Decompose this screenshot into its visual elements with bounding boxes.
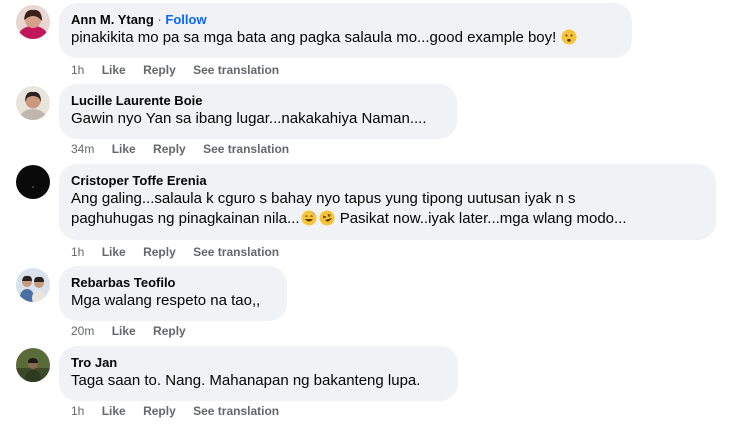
comment-bubble: Lucille Laurente Boie Gawin nyo Yan sa i…: [59, 84, 457, 139]
author-name[interactable]: Lucille Laurente Boie: [71, 92, 445, 109]
author-name[interactable]: Cristoper Toffe Erenia: [71, 172, 704, 189]
grinning-sweat-face-icon: [301, 210, 317, 226]
comment-text-line-1: Ang galing...salaula k cguro s bahay nyo…: [71, 190, 576, 207]
avatar[interactable]: [16, 268, 50, 302]
comment-text: Gawin nyo Yan sa ibang lugar...nakakahiy…: [71, 110, 427, 127]
like-button[interactable]: Like: [102, 404, 126, 418]
see-translation-link[interactable]: See translation: [193, 63, 279, 77]
rofl-face-icon: [319, 210, 335, 226]
avatar[interactable]: [16, 348, 50, 382]
reply-button[interactable]: Reply: [143, 63, 176, 77]
timestamp[interactable]: 1h: [71, 63, 84, 77]
comment-actions: 1h Like Reply See translation: [71, 244, 293, 260]
see-translation-link[interactable]: See translation: [193, 404, 279, 418]
like-button[interactable]: Like: [112, 142, 136, 156]
comment-bubble: Ann M. Ytang · Follow pinakikita mo pa s…: [59, 3, 632, 58]
timestamp[interactable]: 20m: [71, 324, 94, 338]
timestamp[interactable]: 34m: [71, 142, 94, 156]
like-button[interactable]: Like: [102, 245, 126, 259]
comment-text-line-2b: Pasikat now..iyak later...mga wlang modo…: [339, 210, 627, 227]
comment-actions: 1h Like Reply See translation: [71, 62, 293, 78]
comment-text: pinakikita mo pa sa mga bata ang pagka s…: [71, 29, 557, 46]
avatar[interactable]: [16, 165, 50, 199]
reply-button[interactable]: Reply: [153, 324, 186, 338]
comment-text: Mga walang respeto na tao,,: [71, 292, 261, 309]
author-name[interactable]: Ann M. Ytang: [71, 12, 154, 27]
see-translation-link[interactable]: See translation: [203, 142, 289, 156]
worried-face-icon: [561, 29, 577, 45]
timestamp[interactable]: 1h: [71, 245, 84, 259]
avatar[interactable]: [16, 5, 50, 39]
timestamp[interactable]: 1h: [71, 404, 84, 418]
comment-text: Taga saan to. Nang. Mahanapan ng bakante…: [71, 372, 421, 389]
separator-dot: ·: [157, 12, 162, 27]
see-translation-link[interactable]: See translation: [193, 245, 279, 259]
comment-bubble: Rebarbas Teofilo Mga walang respeto na t…: [59, 266, 287, 321]
follow-button[interactable]: Follow: [165, 12, 206, 27]
comment-actions: 1h Like Reply See translation: [71, 403, 293, 419]
comment-bubble: Cristoper Toffe Erenia Ang galing...sala…: [59, 164, 716, 240]
like-button[interactable]: Like: [102, 63, 126, 77]
comment-actions: 20m Like Reply: [71, 323, 200, 339]
author-name[interactable]: Tro Jan: [71, 354, 446, 371]
like-button[interactable]: Like: [112, 324, 136, 338]
comment-actions: 34m Like Reply See translation: [71, 141, 303, 157]
comment-bubble: Tro Jan Taga saan to. Nang. Mahanapan ng…: [59, 346, 458, 401]
reply-button[interactable]: Reply: [153, 142, 186, 156]
reply-button[interactable]: Reply: [143, 404, 176, 418]
author-name[interactable]: Rebarbas Teofilo: [71, 274, 275, 291]
comment-text-line-2a: paghuhugas ng pinagkainan nila...: [71, 210, 300, 227]
avatar[interactable]: [16, 86, 50, 120]
reply-button[interactable]: Reply: [143, 245, 176, 259]
